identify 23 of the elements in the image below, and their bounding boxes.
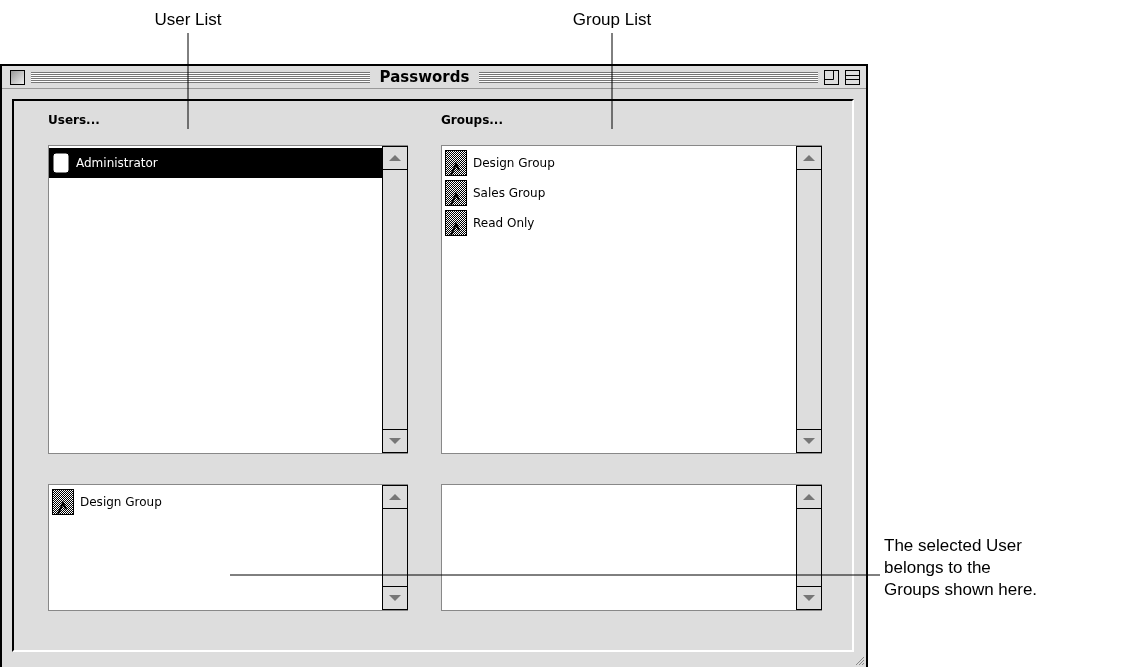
collapse-box-icon [845,69,860,85]
person-card-icon [52,152,70,174]
list-heading: Users... [48,112,101,129]
window-title: Passwords [378,68,471,86]
pattern-icon [445,150,467,176]
pattern-icon [52,489,74,515]
scrollbar[interactable] [796,485,822,610]
list-item[interactable]: Read Only [442,208,796,238]
zoom-box-icon [824,69,839,85]
scrollbar[interactable] [382,485,408,610]
callout-label: The selected User belongs to the Groups shown here. [884,535,1038,601]
list-item[interactable]: Sales Group [442,178,796,208]
list-heading: Groups... [441,112,504,129]
scrollbar[interactable] [796,146,822,453]
list-item[interactable]: Design Group [442,148,796,178]
pattern-icon [445,210,467,236]
scrollbar[interactable] [382,146,408,453]
list-item[interactable]: Design Group [49,487,382,517]
close-box[interactable] [10,69,25,85]
pattern-icon [445,180,467,206]
callout-label: Group List [571,10,653,30]
list-item[interactable]: Administrator [49,148,382,178]
callout-label: User List [153,10,223,30]
